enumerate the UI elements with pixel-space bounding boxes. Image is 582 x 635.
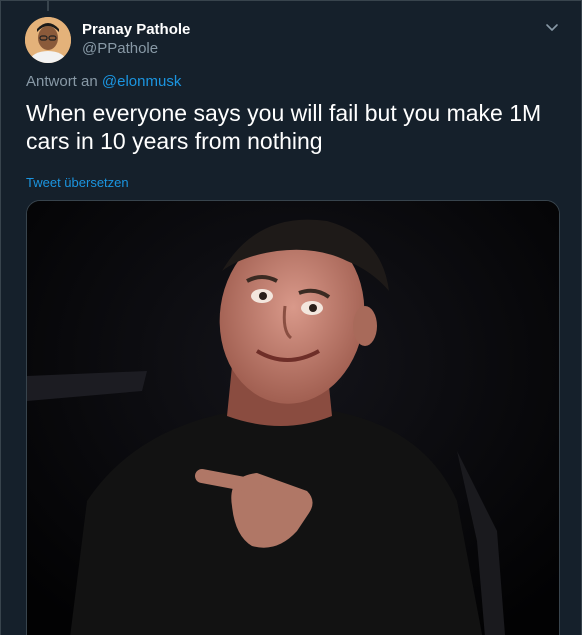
avatar[interactable] <box>25 17 71 63</box>
translate-tweet-link[interactable]: Tweet übersetzen <box>26 175 129 190</box>
reply-context: Antwort an @elonmusk <box>26 73 181 90</box>
tweet-text: When everyone says you will fail but you… <box>26 100 542 154</box>
tweet-card[interactable]: Pranay Pathole @PPathole Antwort an @elo… <box>0 0 582 635</box>
chevron-down-icon[interactable] <box>543 19 561 37</box>
thread-connector <box>47 1 49 11</box>
user-handle[interactable]: @PPathole <box>82 39 190 58</box>
author-block[interactable]: Pranay Pathole @PPathole <box>82 20 190 58</box>
tweet-media-image[interactable] <box>26 200 560 635</box>
display-name[interactable]: Pranay Pathole <box>82 20 190 39</box>
reply-prefix: Antwort an <box>26 73 98 90</box>
reply-mention-link[interactable]: @elonmusk <box>102 73 181 90</box>
